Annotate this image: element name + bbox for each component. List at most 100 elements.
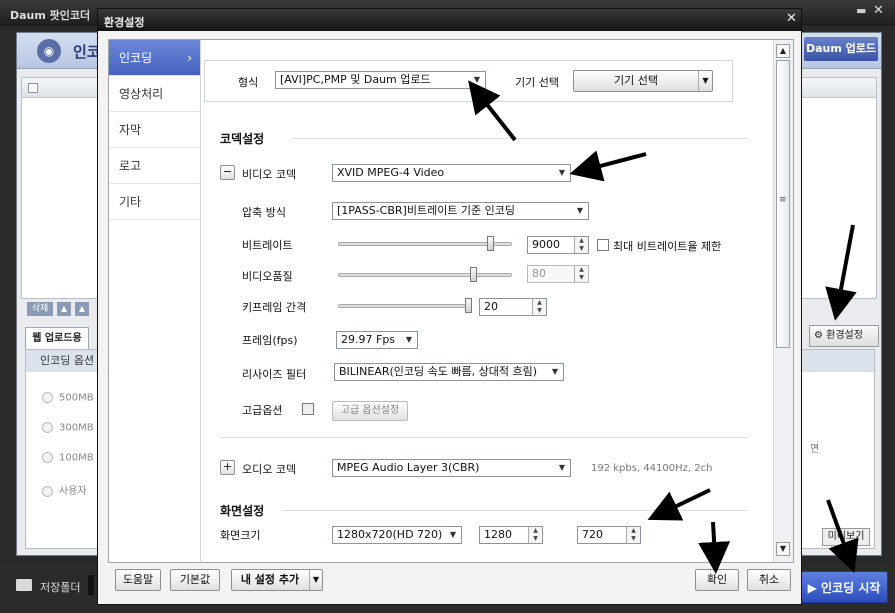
add-my-setting-button[interactable]: 내 설정 추가 ▼ [231, 569, 323, 591]
ok-button[interactable]: 확인 [695, 569, 739, 591]
screen-width-input[interactable]: 1280 ▲ ▼ [479, 526, 543, 544]
sidebar-item-subtitle[interactable]: 자막 [109, 112, 200, 148]
codec-section-title: 코덱설정 [220, 132, 265, 146]
chevron-down-icon[interactable]: ▼ [309, 570, 322, 590]
cancel-button[interactable]: 취소 [747, 569, 791, 591]
help-button[interactable]: 도움말 [115, 569, 161, 591]
minimize-icon[interactable]: ▬ [856, 4, 868, 18]
sidebar-item-etc[interactable]: 기타 [109, 184, 200, 220]
chevron-down-icon: ▼ [554, 460, 570, 476]
keyframe-label: 키프레임 간격 [242, 301, 307, 314]
move-up-button[interactable]: ▲ [57, 302, 71, 316]
sidebar-item-label: 자막 [119, 123, 142, 137]
sidebar-item-encoding[interactable]: 인코딩 › [109, 40, 200, 76]
keyframe-input[interactable]: 20 ▲ ▼ [479, 298, 547, 316]
env-settings-label: 환경설정 [826, 330, 863, 341]
storage-folder-path[interactable] [88, 575, 94, 595]
sidebar-item-video-processing[interactable]: 영상처리 [109, 76, 200, 112]
format-value: [AVI]PC,PMP 및 Daum 업로드 [280, 73, 431, 86]
audio-codec-label: 오디오 코덱 [242, 463, 297, 476]
fps-label: 프레임(fps) [242, 334, 298, 347]
select-all-checkbox[interactable] [28, 83, 38, 93]
fps-select[interactable]: 29.97 Fps ▼ [336, 331, 418, 349]
storage-folder-label: 저장폴더 [40, 581, 81, 594]
radio-label: 100MB [59, 452, 94, 464]
bitrate-slider[interactable] [338, 242, 512, 246]
format-select[interactable]: [AVI]PC,PMP 및 Daum 업로드 ▼ [275, 71, 486, 89]
dialog-title: 환경설정 [104, 16, 145, 29]
screen-section-title: 화면설정 [220, 504, 265, 518]
resize-filter-label: 리사이즈 필터 [242, 368, 307, 381]
bitrate-input[interactable]: 9000 ▲ ▼ [527, 236, 589, 254]
start-encoding-label: 인코딩 시작 [821, 581, 881, 595]
advanced-label: 고급옵션 [242, 404, 283, 417]
start-encoding-button[interactable]: ▶ 인코딩 시작 [800, 571, 888, 603]
film-reel-icon: ◉ [37, 39, 61, 63]
radio-label: 500MB [59, 392, 94, 404]
play-icon: ▶ [807, 581, 817, 595]
video-codec-label: 비디오 코덱 [242, 168, 297, 181]
folder-icon[interactable] [16, 579, 32, 591]
screen-height-input[interactable]: 720 ▲ ▼ [577, 526, 641, 544]
resize-filter-value: BILINEAR(인코딩 속도 빠름, 상대적 흐림) [339, 365, 538, 378]
chevron-down-icon: ▼ [445, 527, 461, 543]
max-bitrate-checkbox[interactable] [597, 239, 609, 251]
dialog-close-icon[interactable]: ✕ [786, 11, 797, 26]
settings-dialog: 환경설정 ✕ 인코딩 › 영상처리 자막 로고 기타 형식 [AVI]PC,PMP… [97, 8, 802, 605]
bitrate-value: 9000 [532, 238, 560, 251]
chevron-down-icon: ▼ [401, 332, 417, 348]
keyframe-slider-knob[interactable] [465, 298, 473, 313]
sidebar-item-label: 인코딩 [119, 51, 153, 65]
chevron-down-icon: ▼ [554, 165, 570, 181]
format-label: 형식 [238, 76, 259, 89]
screen-height-value: 720 [582, 528, 603, 541]
default-button[interactable]: 기본값 [170, 569, 220, 591]
screen-size-label: 화면크기 [220, 529, 261, 542]
daum-upload-button[interactable]: Daum 업로드 [804, 37, 878, 61]
env-settings-button[interactable]: ⚙ 환경설정 [809, 325, 879, 347]
add-my-setting-label: 내 설정 추가 [240, 573, 300, 586]
device-value: 기기 선택 [614, 74, 658, 87]
scroll-thumb[interactable]: ≡ [776, 60, 790, 348]
dialog-scrollbar[interactable]: ▲ ≡ ▼ [773, 40, 793, 562]
move-top-button[interactable]: ▲ [75, 302, 89, 316]
sidebar-item-label: 로고 [119, 159, 142, 173]
divider [292, 138, 748, 139]
side-note: 면 [810, 444, 820, 455]
tab-web-upload[interactable]: 웹 업로드용 [25, 327, 89, 349]
device-select[interactable]: 기기 선택 ▼ [573, 70, 713, 92]
format-box: 형식 [AVI]PC,PMP 및 Daum 업로드 ▼ 기기 선택 기기 선택 ▼ [204, 60, 733, 102]
app-title: Daum 팟인코더 [10, 9, 91, 22]
chevron-down-icon: ▼ [547, 364, 563, 380]
radio-label: 300MB [59, 422, 94, 434]
bitrate-slider-knob[interactable] [487, 236, 495, 251]
video-codec-value: XVID MPEG-4 Video [337, 166, 445, 179]
resize-filter-select[interactable]: BILINEAR(인코딩 속도 빠름, 상대적 흐림) ▼ [334, 363, 564, 381]
scroll-up-icon[interactable]: ▲ [776, 44, 790, 58]
preview-button[interactable]: 미리보기 [822, 528, 870, 546]
scroll-down-icon[interactable]: ▼ [776, 542, 790, 556]
audio-codec-select[interactable]: MPEG Audio Layer 3(CBR) ▼ [332, 459, 571, 477]
screen-width-value: 1280 [484, 528, 512, 541]
settings-content: 형식 [AVI]PC,PMP 및 Daum 업로드 ▼ 기기 선택 기기 선택 ▼ … [202, 40, 774, 562]
spinner-icon[interactable]: ▲ ▼ [626, 527, 640, 543]
quality-slider-knob[interactable] [469, 267, 477, 282]
chevron-right-icon: › [187, 51, 192, 65]
sidebar-item-label: 영상처리 [119, 87, 164, 101]
quality-slider[interactable] [338, 273, 512, 277]
spinner-icon[interactable]: ▲ ▼ [528, 527, 542, 543]
compression-select[interactable]: [1PASS-CBR]비트레이트 기준 인코딩 ▼ [332, 202, 589, 220]
spinner-icon: ▲ ▼ [574, 266, 588, 282]
sidebar-item-logo[interactable]: 로고 [109, 148, 200, 184]
video-collapse-toggle[interactable]: − [220, 165, 235, 180]
spinner-icon[interactable]: ▲ ▼ [532, 299, 546, 315]
advanced-checkbox[interactable] [302, 403, 314, 415]
video-codec-select[interactable]: XVID MPEG-4 Video ▼ [332, 164, 571, 182]
screen-size-select[interactable]: 1280x720(HD 720) ▼ [332, 526, 462, 544]
audio-expand-toggle[interactable]: + [220, 460, 235, 475]
keyframe-slider[interactable] [338, 304, 472, 308]
spinner-icon[interactable]: ▲ ▼ [574, 237, 588, 253]
close-icon[interactable]: ✕ [873, 3, 884, 18]
delete-button[interactable]: 삭제 [27, 302, 53, 316]
chevron-down-icon: ▼ [698, 71, 712, 91]
